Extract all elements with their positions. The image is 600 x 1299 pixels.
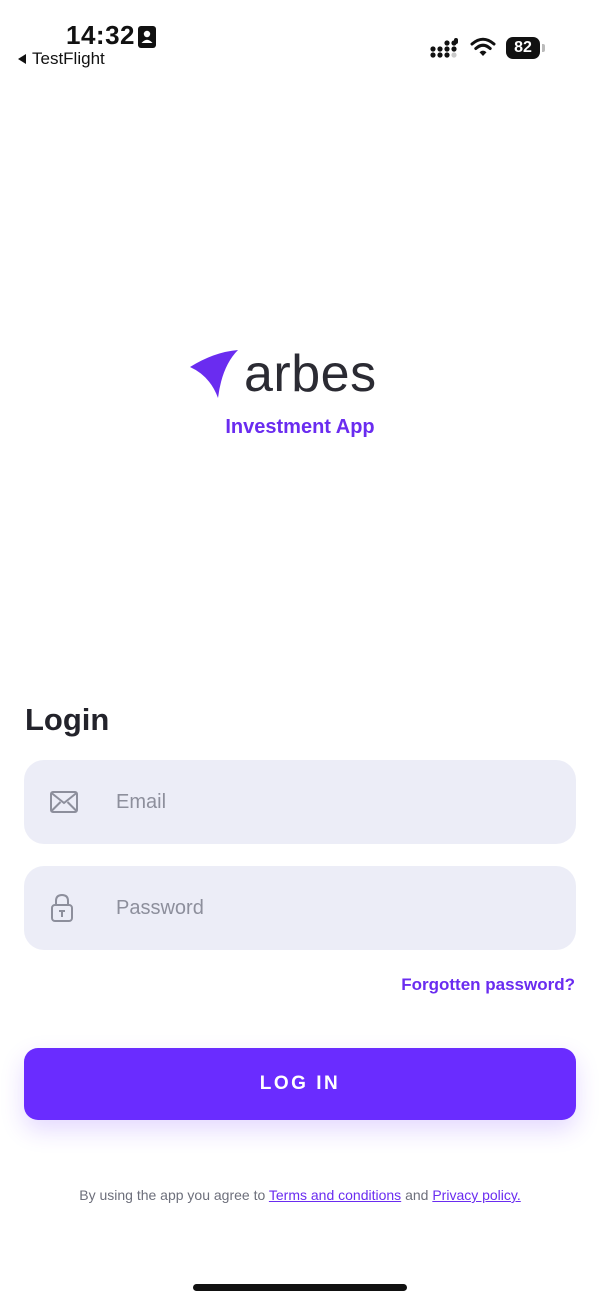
password-field[interactable] [24,866,576,950]
login-button[interactable]: LOG IN [24,1048,576,1120]
arrow-wing-logo-icon [190,350,238,398]
wifi-icon [470,37,496,56]
envelope-icon [50,791,78,813]
page-title: Login [25,702,110,737]
forgot-password-link[interactable]: Forgotten password? [401,975,575,995]
back-to-testflight-link[interactable]: TestFlight [18,49,105,69]
email-input[interactable] [114,760,556,844]
id-card-icon [138,26,156,48]
status-time: 14:32 [66,20,135,50]
back-arrow-icon [18,54,26,64]
lock-icon [51,893,73,922]
email-field[interactable] [24,760,576,844]
terms-link[interactable]: Terms and conditions [269,1187,401,1203]
home-indicator[interactable] [193,1284,407,1291]
signal-icon [430,38,458,58]
brand-name: arbes [244,345,377,403]
battery-icon: 82 [506,37,540,59]
back-app-label: TestFlight [32,49,105,68]
legal-and: and [401,1187,433,1203]
brand-tagline: Investment App [225,416,375,438]
legal-prefix: By using the app you agree to [79,1187,269,1203]
legal-notice: By using the app you agree to Terms and … [0,1187,600,1203]
password-input[interactable] [114,866,556,950]
battery-level: 82 [514,39,532,56]
battery-cap [542,44,545,52]
status-bar: 14:32 TestFlight 82 [0,0,600,80]
brand-logo: arbes [188,348,377,400]
privacy-link[interactable]: Privacy policy. [432,1187,520,1203]
